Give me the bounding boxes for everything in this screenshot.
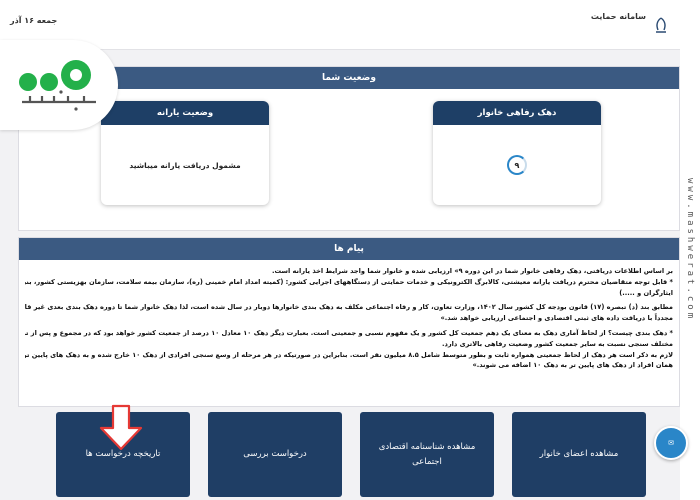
subsidy-status-title: وضعیت یارانه (101, 101, 269, 125)
top-bar: سامانه حمایت جمعه ۱۶ آذر (0, 0, 680, 50)
message-line: بر اساس اطلاعات دریافتی، دهک رفاهی خانوا… (272, 267, 673, 275)
message-line: مطابق بند (د) تبصره (۱۷) قانون بودجه کل … (25, 303, 673, 312)
decile-value: ۹ (514, 160, 520, 170)
messages-section-title: پیام ها (19, 238, 679, 260)
message-line: مجدداً با دریافت داده های ثبتی اقتصادی و… (440, 314, 673, 323)
message-line: * قابل توجه متقاضیان محترم دریافت یارانه… (25, 277, 673, 286)
emblem-icon (656, 17, 666, 33)
subsidy-status-value: مشمول دریافت یارانه میباشید (129, 160, 241, 170)
side-url-text: www.mashwerat.com (685, 178, 695, 322)
decile-indicator: ۹ (507, 155, 527, 175)
welfare-decile-card: دهک رفاهی خانوار ۹ (433, 101, 601, 205)
message-line: لازم به ذکر است هر دهک از لحاظ جمعیتی هم… (25, 350, 673, 359)
logo-icon (19, 60, 96, 111)
messages-body: بر اساس اطلاعات دریافتی، دهک رفاهی خانوا… (19, 260, 679, 371)
view-economic-profile-label: مشاهده شناسنامه اقتصادی اجتماعی (378, 441, 476, 467)
view-family-members-button[interactable]: مشاهده اعضای خانوار (512, 412, 646, 497)
welfare-decile-title: دهک رفاهی خانوار (433, 101, 601, 125)
chat-support-button[interactable]: ✉ (654, 426, 688, 460)
message-line: همان افراد از دهک های پایین تر به دهک ۱۰… (472, 361, 673, 370)
messages-section: پیام ها بر اساس اطلاعات دریافتی، دهک رفا… (18, 237, 680, 407)
down-arrow-icon (99, 404, 143, 451)
status-section-title: وضعیت شما (19, 67, 679, 89)
chat-support-icon: ✉ (668, 439, 674, 447)
message-line: ایثارگران و .....) (619, 288, 673, 297)
review-request-button[interactable]: درخواست بررسی (208, 412, 342, 497)
watermark-logo (0, 40, 118, 130)
app-title: سامانه حمایت (590, 12, 646, 21)
message-line: * دهک بندی چیست؟ از لحاظ آماری دهک به مع… (25, 328, 673, 337)
brand[interactable]: سامانه حمایت (591, 12, 672, 36)
view-economic-profile-button[interactable]: مشاهده شناسنامه اقتصادی اجتماعی (360, 412, 494, 497)
side-url-strip: www.mashwerat.com (680, 0, 700, 500)
message-line: مختلف سنجی نسبت به سایر جمعیت کشور وضعیت… (441, 339, 673, 348)
current-date: جمعه ۱۶ آذر (10, 16, 58, 25)
view-family-members-label: مشاهده اعضای خانوار (539, 449, 619, 459)
subsidy-status-card: وضعیت یارانه مشمول دریافت یارانه میباشید (101, 101, 269, 205)
review-request-label: درخواست بررسی (243, 449, 307, 459)
